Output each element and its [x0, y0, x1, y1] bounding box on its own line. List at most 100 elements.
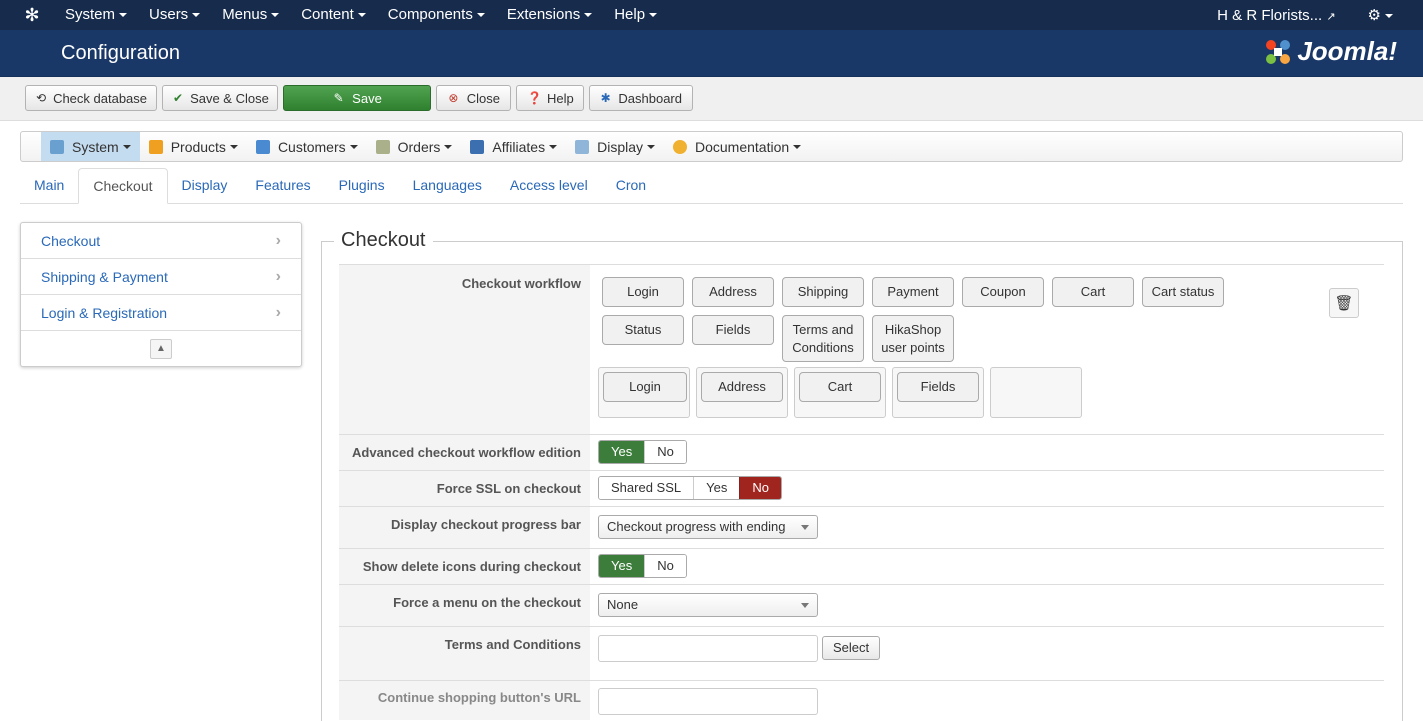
tab-access-level[interactable]: Access level — [496, 168, 602, 203]
workflow-item-fields[interactable]: Fields — [692, 315, 774, 345]
workflow-step-login[interactable]: Login — [603, 372, 687, 402]
menu-menus[interactable]: Menus — [211, 0, 290, 30]
tab-checkout[interactable]: Checkout — [78, 168, 168, 204]
hnav-orders[interactable]: Orders — [367, 132, 462, 161]
workflow-item-shipping[interactable]: Shipping — [782, 277, 864, 307]
caret-down-icon — [476, 13, 485, 18]
toggle-yes-option[interactable]: Yes — [599, 441, 645, 463]
menu-users[interactable]: Users — [138, 0, 211, 30]
hnav-documentation[interactable]: Documentation — [664, 132, 810, 161]
side-item-label: Login & Registration — [41, 304, 168, 321]
checkout-side-menu: Checkout › Shipping & Payment › Login & Re… — [20, 222, 302, 367]
nav-label: System — [72, 138, 119, 155]
button-label: Save — [352, 90, 382, 106]
button-label: Dashboard — [618, 90, 682, 106]
continue-url-input[interactable] — [598, 688, 818, 715]
caret-down-icon — [647, 144, 655, 149]
progress-bar-select[interactable]: Checkout progress with ending — [598, 515, 818, 539]
side-item-label: Shipping & Payment — [41, 268, 168, 285]
side-item-shipping-payment[interactable]: Shipping & Payment › — [21, 259, 301, 295]
workflow-item-cart-status[interactable]: Cart status — [1142, 277, 1224, 307]
workflow-item-payment[interactable]: Payment — [872, 277, 954, 307]
page-title: Configuration — [61, 42, 180, 64]
site-name: H & R Florists... — [1217, 6, 1323, 24]
scroll-top-icon[interactable]: ▲ — [150, 339, 172, 359]
close-button[interactable]: ⊗ Close — [436, 85, 511, 111]
joomla-logo-icon[interactable]: ✻ — [22, 5, 42, 25]
row-advanced-workflow: Advanced checkout workflow edition — [339, 434, 1384, 470]
workflow-item-user-points[interactable]: HikaShop user points — [872, 315, 954, 362]
menu-system[interactable]: System — [54, 0, 138, 30]
caret-down-icon — [229, 144, 238, 149]
button-label: Help — [547, 90, 574, 106]
side-item-login-registration[interactable]: Login & Registration › — [21, 295, 301, 331]
toggle-yes-option[interactable]: Yes — [693, 477, 740, 499]
menu-components[interactable]: Components — [377, 0, 496, 30]
button-label: Check database — [53, 90, 148, 106]
tab-display[interactable]: Display — [168, 168, 242, 203]
workflow-item-login[interactable]: Login — [602, 277, 684, 307]
terms-select-button[interactable]: Select — [822, 636, 881, 660]
dashboard-button[interactable]: ✱ Dashboard — [589, 85, 693, 111]
hnav-affiliates[interactable]: Affiliates — [461, 132, 566, 161]
workflow-item-status[interactable]: Status — [602, 315, 684, 345]
hikashop-menu: System Products Customers Orders Affilia… — [20, 131, 1403, 162]
check-database-button[interactable]: ⟲ Check database — [25, 85, 157, 111]
toolbar: ⟲ Check database ✔ Save & Close ✎ Save ⊗ Clo… — [0, 77, 1423, 121]
tab-languages[interactable]: Languages — [399, 168, 496, 203]
documentation-icon — [673, 139, 687, 154]
workflow-item-terms[interactable]: Terms and Conditions — [782, 315, 864, 362]
tools-icon — [50, 139, 64, 154]
terms-input[interactable] — [598, 635, 818, 662]
menu-label: Help — [614, 6, 646, 23]
site-link[interactable]: H & R Florists... ↗ — [1217, 7, 1335, 24]
tab-plugins[interactable]: Plugins — [325, 168, 399, 203]
toggle-no-option[interactable]: No — [644, 555, 686, 577]
workflow-step-cart[interactable]: Cart — [799, 372, 881, 402]
workflow-step-empty-slot[interactable] — [990, 367, 1082, 418]
toggle-no-option[interactable]: No — [644, 441, 686, 463]
save-button[interactable]: ✎ Save — [283, 85, 431, 111]
tab-cron[interactable]: Cron — [602, 168, 660, 203]
force-menu-select[interactable]: None — [598, 593, 818, 617]
brand-text: Joomla! — [1297, 36, 1397, 66]
workflow-item-coupon[interactable]: Coupon — [962, 277, 1044, 307]
menu-label: Users — [149, 6, 189, 23]
menu-content[interactable]: Content — [290, 0, 377, 30]
caret-down-icon — [122, 144, 131, 149]
help-button[interactable]: ❓ Help — [516, 85, 584, 111]
chevron-right-icon: › — [275, 231, 281, 249]
advanced-workflow-toggle: Yes No — [598, 440, 687, 464]
admin-topbar: ✻ System Users Menus Content Components … — [0, 0, 1423, 30]
display-icon — [575, 139, 590, 154]
delete-icons-toggle: Yes No — [598, 554, 687, 578]
menu-help[interactable]: Help — [603, 0, 668, 30]
menu-extensions[interactable]: Extensions — [496, 0, 603, 30]
toggle-shared-ssl-option[interactable]: Shared SSL — [599, 477, 694, 499]
workflow-item-cart[interactable]: Cart — [1052, 277, 1134, 307]
affiliates-icon — [470, 139, 485, 154]
caret-down-icon — [549, 144, 558, 149]
field-label: Terms and Conditions — [339, 627, 590, 680]
workflow-item-address[interactable]: Address — [692, 277, 774, 307]
dropdown-arrow-icon — [801, 525, 809, 530]
workflow-step-fields[interactable]: Fields — [897, 372, 979, 402]
hnav-products[interactable]: Products — [140, 132, 247, 161]
toggle-yes-option[interactable]: Yes — [599, 555, 645, 577]
tab-features[interactable]: Features — [241, 168, 324, 203]
nav-label: Products — [170, 138, 226, 155]
tab-main[interactable]: Main — [20, 168, 78, 203]
workflow-step-address[interactable]: Address — [701, 372, 783, 402]
side-item-checkout[interactable]: Checkout › — [21, 223, 301, 259]
hnav-display[interactable]: Display — [566, 132, 664, 161]
hnav-system[interactable]: System — [41, 132, 140, 161]
orders-icon — [375, 139, 390, 154]
trash-icon[interactable]: 🗑 — [1329, 288, 1359, 318]
select-value: None — [607, 597, 639, 612]
toggle-no-option[interactable]: No — [739, 477, 781, 499]
save-close-button[interactable]: ✔ Save & Close — [162, 85, 278, 111]
section-legend: Checkout — [334, 229, 433, 252]
gear-icon[interactable]: ⚙ — [1368, 6, 1393, 24]
hnav-customers[interactable]: Customers — [247, 132, 367, 161]
field-label: Advanced checkout workflow edition — [339, 435, 590, 470]
